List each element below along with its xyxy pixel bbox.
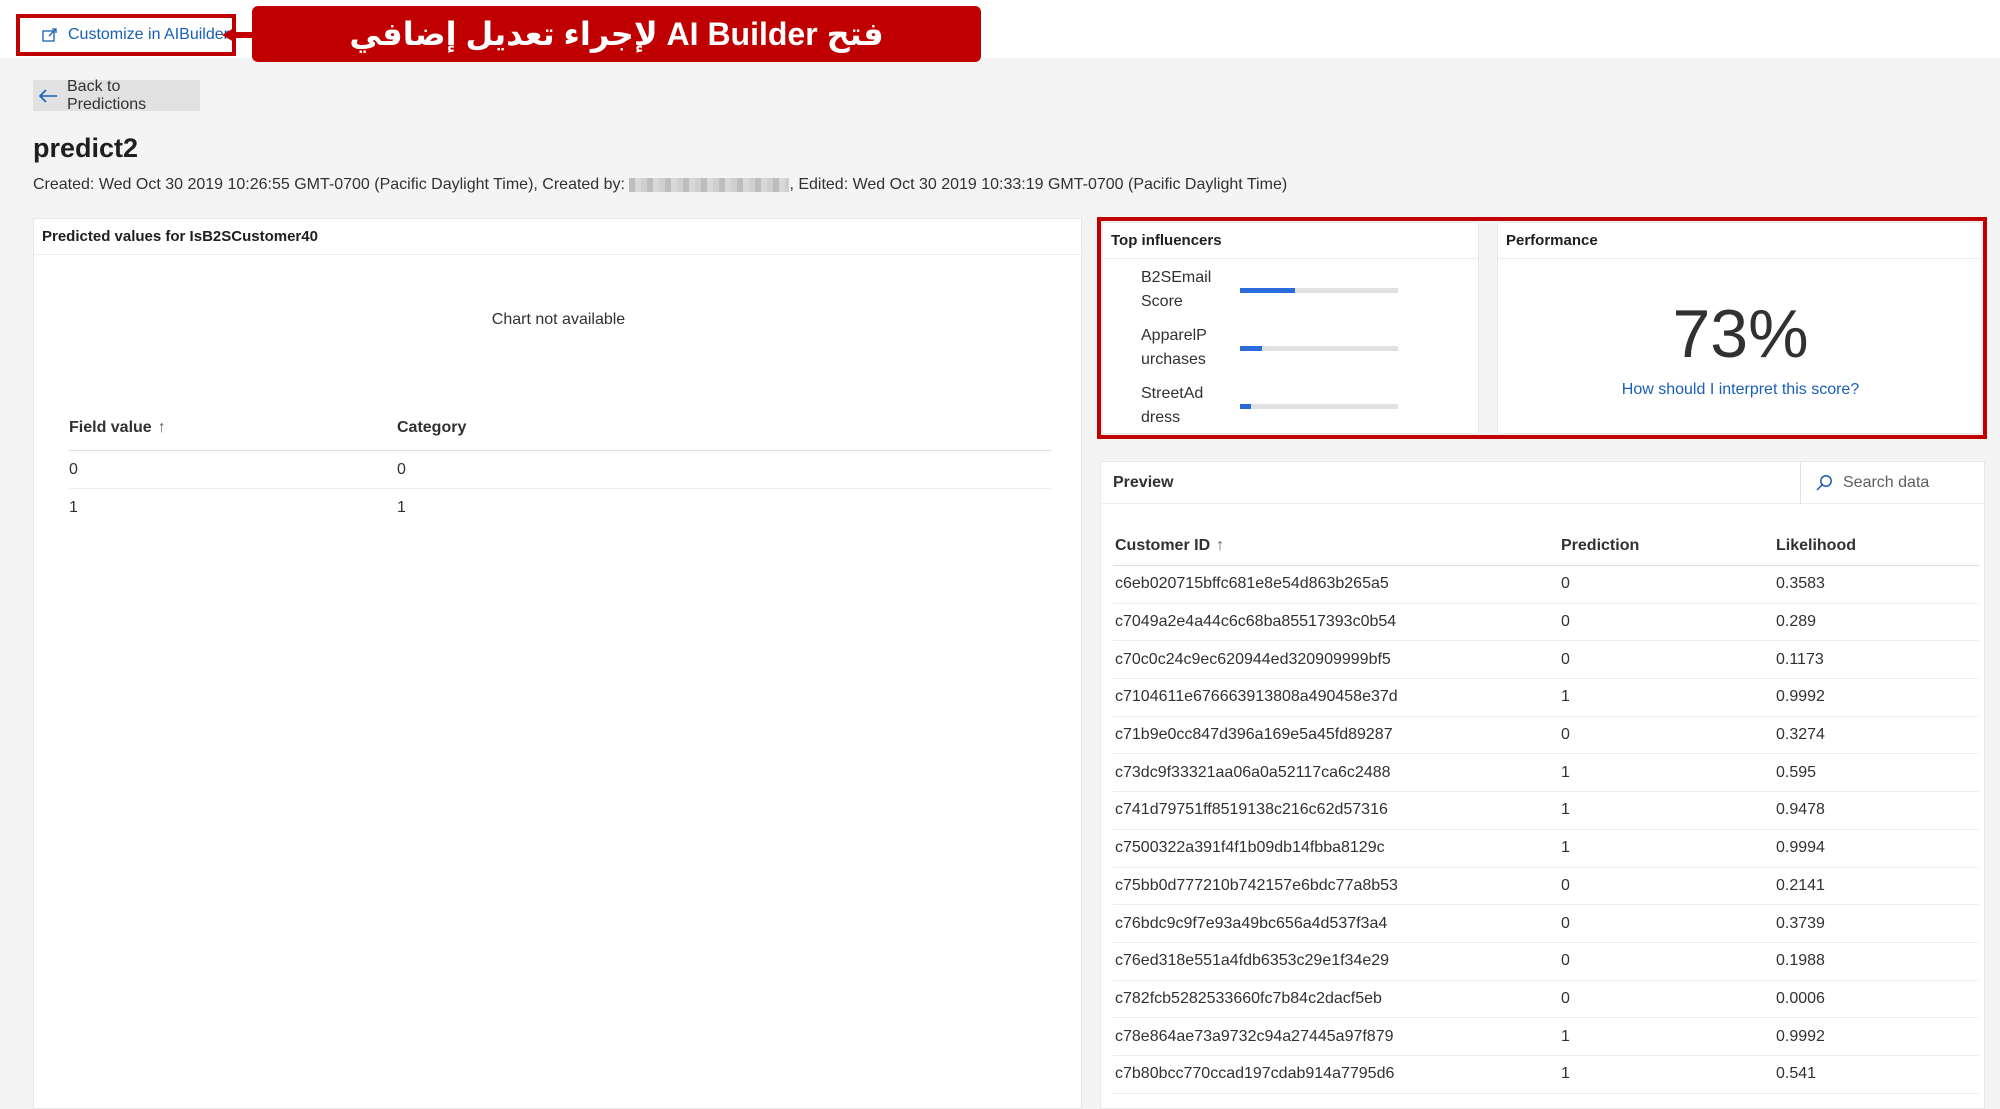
table-row: c7049a2e4a44c6c68ba85517393c0b54 0 0.289 bbox=[1113, 604, 1979, 642]
field-value-cell: 1 bbox=[69, 499, 78, 516]
likelihood-cell: 0.9992 bbox=[1776, 1027, 1825, 1045]
customer-id-cell: c75bb0d777210b742157e6bdc77a8b53 bbox=[1115, 876, 1398, 894]
back-to-predictions-button[interactable]: Back to Predictions bbox=[33, 77, 200, 113]
table-row: c7b80bcc770ccad197cdab914a7795d6 1 0.541 bbox=[1113, 1056, 1979, 1094]
table-header-row: Field value ↑ Category bbox=[69, 405, 1051, 451]
likelihood-cell: 0.2141 bbox=[1776, 876, 1825, 894]
likelihood-cell: 0.541 bbox=[1776, 1065, 1817, 1083]
table-row: c741d79751ff8519138c216c62d57316 1 0.9478 bbox=[1113, 792, 1979, 830]
field-value-table: Field value ↑ Category 0 0 1 1 bbox=[69, 405, 1051, 527]
predicted-values-title: Predicted values for IsB2SCustomer40 bbox=[34, 219, 1081, 255]
predicted-values-panel: Predicted values for IsB2SCustomer40 Cha… bbox=[33, 218, 1082, 1109]
page-title: predict2 bbox=[33, 133, 139, 163]
customer-id-cell: c73dc9f33321aa06a0a52117ca6c2488 bbox=[1115, 763, 1391, 781]
preview-title: Preview bbox=[1113, 473, 1174, 491]
table-row: c71b9e0cc847d396a169e5a45fd89287 0 0.3274 bbox=[1113, 717, 1979, 755]
likelihood-cell: 0.0006 bbox=[1776, 989, 1825, 1007]
table-row: c76bdc9c9f7e93a49bc656a4d537f3a4 0 0.3739 bbox=[1113, 905, 1979, 943]
prediction-cell: 0 bbox=[1561, 726, 1570, 744]
table-row: c78e864ae73a9732c94a27445a97f879 1 0.9992 bbox=[1113, 1018, 1979, 1056]
customer-id-cell: c741d79751ff8519138c216c62d57316 bbox=[1115, 801, 1388, 819]
customer-id-cell: c7b80bcc770ccad197cdab914a7795d6 bbox=[1115, 1065, 1395, 1083]
likelihood-cell: 0.1988 bbox=[1776, 952, 1825, 970]
back-label: Back to Predictions bbox=[67, 77, 147, 113]
likelihood-cell: 0.9994 bbox=[1776, 839, 1825, 857]
prediction-cell: 0 bbox=[1561, 952, 1570, 970]
customer-id-cell: c6eb020715bffc681e8e54d863b265a5 bbox=[1115, 575, 1389, 593]
customer-id-cell: c7104611e676663913808a490458e37d bbox=[1115, 688, 1398, 706]
prediction-cell: 0 bbox=[1561, 650, 1570, 668]
search-placeholder: Search data bbox=[1843, 474, 1930, 491]
search-icon bbox=[1815, 474, 1833, 492]
sort-ascending-icon: ↑ bbox=[1216, 536, 1225, 554]
customer-id-cell: c76ed318e551a4fdb6353c29e1f34e29 bbox=[1115, 952, 1390, 970]
preview-header: Preview Search data bbox=[1101, 462, 1984, 504]
column-header-likelihood[interactable]: Likelihood bbox=[1776, 537, 1979, 555]
customer-id-cell: c71b9e0cc847d396a169e5a45fd89287 bbox=[1115, 726, 1393, 744]
customize-label: Customize in AIBuilder bbox=[68, 26, 229, 43]
table-row: c70c0c24c9ec620944ed320909999bf5 0 0.1173 bbox=[1113, 641, 1979, 680]
likelihood-cell: 0.3583 bbox=[1776, 575, 1825, 593]
likelihood-cell: 0.9478 bbox=[1776, 801, 1825, 819]
likelihood-cell: 0.3274 bbox=[1776, 726, 1825, 744]
likelihood-cell: 0.9992 bbox=[1776, 688, 1825, 706]
likelihood-cell: 0.289 bbox=[1776, 613, 1817, 631]
redacted-creator bbox=[629, 177, 790, 192]
customer-id-cell: c7049a2e4a44c6c68ba85517393c0b54 bbox=[1115, 613, 1397, 631]
likelihood-cell: 0.3739 bbox=[1776, 914, 1825, 932]
callout-arrow-line bbox=[232, 32, 252, 38]
prediction-cell: 1 bbox=[1561, 839, 1570, 857]
prediction-cell: 1 bbox=[1561, 1027, 1570, 1045]
callout-arrow-head bbox=[222, 28, 234, 42]
customer-id-cell: c7500322a391f4f1b09db14fbba8129c bbox=[1115, 839, 1385, 857]
prediction-cell: 1 bbox=[1561, 763, 1570, 781]
likelihood-cell: 0.595 bbox=[1776, 763, 1817, 781]
annotation-callout: فتح AI Builder لإجراء تعديل إضافي bbox=[252, 6, 981, 62]
column-header-customer-id[interactable]: Customer ID ↑ bbox=[1113, 537, 1561, 555]
model-metadata: Created: Wed Oct 30 2019 10:26:55 GMT-07… bbox=[33, 176, 1287, 194]
prediction-cell: 1 bbox=[1561, 1065, 1570, 1083]
prediction-cell: 0 bbox=[1561, 876, 1570, 894]
column-header-prediction[interactable]: Prediction bbox=[1561, 537, 1776, 555]
prediction-cell: 1 bbox=[1561, 801, 1570, 819]
table-row: c75bb0d777210b742157e6bdc77a8b53 0 0.2141 bbox=[1113, 868, 1979, 906]
prediction-cell: 0 bbox=[1561, 989, 1570, 1007]
table-row: c782fcb5282533660fc7b84c2dacf5eb 0 0.0006 bbox=[1113, 981, 1979, 1019]
column-header-field-value[interactable]: Field value ↑ bbox=[69, 419, 397, 437]
chart-not-available-message: Chart not available bbox=[491, 311, 626, 328]
preview-panel: Preview Search data Customer ID ↑ Predict… bbox=[1100, 461, 1985, 1109]
likelihood-cell: 0.1173 bbox=[1776, 650, 1824, 668]
prediction-cell: 0 bbox=[1561, 575, 1570, 593]
table-row: c73dc9f33321aa06a0a52117ca6c2488 1 0.595 bbox=[1113, 754, 1979, 793]
table-row: c7500322a391f4f1b09db14fbba8129c 1 0.9994 bbox=[1113, 830, 1979, 868]
open-external-icon bbox=[42, 28, 58, 42]
column-header-category[interactable]: Category bbox=[397, 419, 1051, 437]
customize-in-aibuilder-link[interactable]: Customize in AIBuilder bbox=[16, 14, 236, 56]
highlight-box bbox=[1097, 217, 1987, 439]
preview-table: Customer ID ↑ Prediction Likelihood c6eb0… bbox=[1113, 526, 1979, 1094]
table-row: c76ed318e551a4fdb6353c29e1f34e29 0 0.1988 bbox=[1113, 943, 1979, 981]
sort-ascending-icon: ↑ bbox=[157, 418, 166, 436]
prediction-cell: 0 bbox=[1561, 613, 1570, 631]
arrow-left-icon bbox=[37, 88, 59, 104]
category-cell: 0 bbox=[397, 460, 406, 478]
prediction-cell: 1 bbox=[1561, 688, 1570, 706]
customer-id-cell: c76bdc9c9f7e93a49bc656a4d537f3a4 bbox=[1115, 914, 1388, 932]
customer-id-cell: c70c0c24c9ec620944ed320909999bf5 bbox=[1115, 650, 1391, 668]
table-row: 0 0 bbox=[69, 451, 1051, 489]
customer-id-cell: c782fcb5282533660fc7b84c2dacf5eb bbox=[1115, 989, 1382, 1007]
field-value-cell: 0 bbox=[69, 460, 78, 478]
table-row: 1 1 bbox=[69, 489, 1051, 527]
table-row: c7104611e676663913808a490458e37d 1 0.9992 bbox=[1113, 679, 1979, 717]
created-info: Created: Wed Oct 30 2019 10:26:55 GMT-07… bbox=[33, 176, 630, 193]
table-row: c6eb020715bffc681e8e54d863b265a5 0 0.3583 bbox=[1113, 566, 1979, 604]
category-cell: 1 bbox=[397, 499, 406, 516]
edited-info: , Edited: Wed Oct 30 2019 10:33:19 GMT-0… bbox=[789, 176, 1288, 193]
customer-id-cell: c78e864ae73a9732c94a27445a97f879 bbox=[1115, 1027, 1394, 1045]
search-data-input[interactable]: Search data bbox=[1800, 462, 1986, 504]
prediction-cell: 0 bbox=[1561, 914, 1570, 932]
table-header-row: Customer ID ↑ Prediction Likelihood bbox=[1113, 526, 1979, 566]
